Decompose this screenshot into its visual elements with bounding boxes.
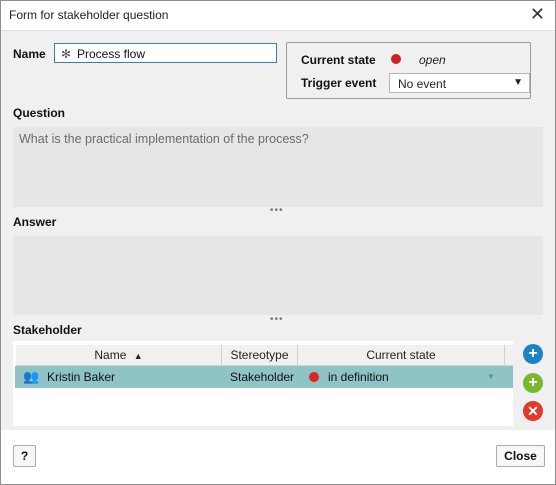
name-value: Process flow: [77, 47, 146, 61]
column-header-name[interactable]: Name ▲: [16, 345, 222, 365]
stakeholder-table: Name ▲ Stereotype Current state 👥 Kristi…: [13, 341, 513, 426]
column-header-stereotype[interactable]: Stereotype: [222, 345, 298, 365]
trigger-event-select[interactable]: No event ▼: [389, 73, 530, 93]
state-panel: Current state open Trigger event No even…: [286, 42, 531, 99]
row-dropdown-arrow-icon[interactable]: ▼: [487, 366, 495, 388]
resize-handle-icon[interactable]: •••: [270, 314, 284, 325]
question-value: What is the practical implementation of …: [19, 132, 309, 146]
close-button[interactable]: Close: [496, 445, 545, 467]
dialog-window: Form for stakeholder question ✕ Name ✻ P…: [0, 0, 556, 485]
dropdown-arrow-icon[interactable]: ▼: [513, 77, 523, 88]
table-header: Name ▲ Stereotype Current state: [16, 345, 513, 366]
add-icon[interactable]: +: [523, 344, 543, 364]
answer-label: Answer: [13, 215, 57, 229]
question-textarea[interactable]: What is the practical implementation of …: [13, 127, 543, 207]
title-bar: Form for stakeholder question ✕: [1, 1, 555, 31]
table-row[interactable]: 👥 Kristin Baker Stakeholder in definitio…: [15, 366, 513, 388]
new-icon[interactable]: +: [523, 373, 543, 393]
state-dot-icon: [309, 372, 319, 382]
trigger-event-value: No event: [398, 77, 447, 91]
trigger-event-label: Trigger event: [301, 76, 377, 90]
resize-handle-icon[interactable]: •••: [270, 205, 284, 216]
group-icon: 👥: [23, 369, 40, 384]
answer-textarea[interactable]: [13, 236, 543, 315]
form-body: Name ✻ Process flow Current state open T…: [1, 31, 555, 430]
name-label: Name: [13, 47, 46, 61]
name-input[interactable]: ✻ Process flow: [54, 43, 277, 63]
row-state: in definition: [328, 370, 389, 384]
stakeholder-label: Stakeholder: [13, 323, 82, 337]
required-icon: ✻: [61, 47, 72, 61]
current-state-value: open: [419, 53, 446, 67]
column-header-current-state[interactable]: Current state: [298, 345, 505, 365]
current-state-label: Current state: [301, 53, 376, 67]
window-title: Form for stakeholder question: [9, 8, 169, 22]
help-button[interactable]: ?: [13, 445, 36, 467]
sort-ascending-icon: ▲: [133, 351, 143, 361]
close-icon[interactable]: ✕: [530, 4, 545, 24]
footer: ? Close: [1, 431, 555, 484]
remove-icon[interactable]: ✕: [523, 401, 543, 421]
state-dot-icon: [391, 54, 401, 64]
row-name: Kristin Baker: [47, 370, 116, 384]
question-label: Question: [13, 106, 66, 120]
row-stereotype: Stakeholder: [230, 370, 295, 384]
column-name-label: Name: [94, 348, 127, 362]
